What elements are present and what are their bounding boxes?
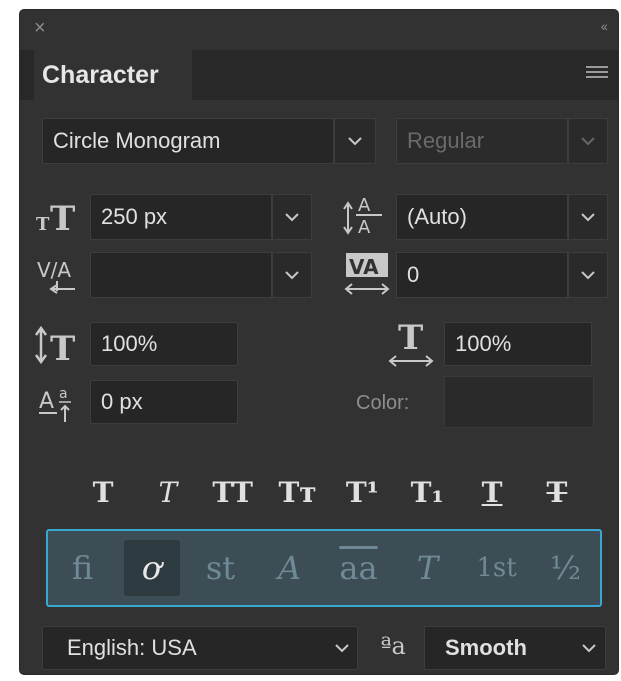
titling-alternates-button[interactable]: T xyxy=(400,540,456,596)
font-size-field[interactable]: 250 px xyxy=(90,194,272,240)
vertical-scale-icon: T xyxy=(30,320,86,368)
tab-character[interactable]: Character xyxy=(34,50,192,100)
leading-field[interactable]: (Auto) xyxy=(396,194,568,240)
font-size-icon: TT xyxy=(30,194,86,238)
svg-text:T: T xyxy=(50,329,75,366)
underline-button[interactable]: T xyxy=(469,476,515,509)
chevron-down-icon xyxy=(581,271,595,280)
font-family-dropdown[interactable] xyxy=(334,118,376,164)
svg-text:V/A: V/A xyxy=(37,258,71,282)
chevron-down-icon xyxy=(334,644,349,653)
chevron-down-icon xyxy=(581,644,596,653)
svg-text:A: A xyxy=(358,217,371,238)
bold-button[interactable]: T xyxy=(80,476,126,509)
italic-button[interactable]: T xyxy=(145,476,191,509)
small-caps-button[interactable]: Tт xyxy=(275,476,321,509)
svg-text:a: a xyxy=(59,386,68,402)
chevron-down-icon xyxy=(581,213,595,222)
antialias-icon: ªa xyxy=(380,632,406,660)
panel-titlebar: × ‹‹ xyxy=(20,10,618,50)
superscript-button[interactable]: T¹ xyxy=(339,476,385,509)
color-swatch[interactable] xyxy=(444,376,594,428)
type-style-buttons: T T TT Tт T¹ T₁ T T xyxy=(80,470,580,514)
leading-icon: AA xyxy=(340,190,390,240)
antialias-field[interactable]: Smooth xyxy=(424,626,578,670)
svg-text:T: T xyxy=(398,318,423,358)
kerning-icon: V/A xyxy=(30,250,86,300)
strikethrough-button[interactable]: T xyxy=(534,476,580,509)
chevron-down-icon xyxy=(581,137,595,146)
tracking-icon: VA xyxy=(342,250,392,300)
ligatures-button[interactable]: fi xyxy=(55,540,111,596)
contextual-alternates-button[interactable]: ơ xyxy=(123,540,180,596)
horizontal-scale-field[interactable]: 100% xyxy=(444,322,592,366)
language-dropdown[interactable] xyxy=(326,626,358,670)
baseline-shift-icon: Aa xyxy=(32,378,88,426)
stylistic-alternates-button[interactable]: aa xyxy=(331,540,387,596)
language-field[interactable]: English: USA xyxy=(42,626,338,670)
font-size-dropdown[interactable] xyxy=(272,194,312,240)
tracking-dropdown[interactable] xyxy=(568,252,608,298)
font-style-field[interactable]: Regular xyxy=(396,118,568,164)
kerning-dropdown[interactable] xyxy=(272,252,312,298)
antialias-dropdown[interactable] xyxy=(572,626,606,670)
baseline-shift-field[interactable]: 0 px xyxy=(90,380,238,424)
close-icon[interactable]: × xyxy=(34,18,46,38)
font-family-field[interactable]: Circle Monogram xyxy=(42,118,334,164)
collapse-icon[interactable]: ‹‹ xyxy=(601,18,608,34)
leading-dropdown[interactable] xyxy=(568,194,608,240)
chevron-down-icon xyxy=(285,213,299,222)
discretionary-ligatures-button[interactable]: st xyxy=(193,540,249,596)
character-panel: × ‹‹ Character Circle Monogram Regular T… xyxy=(20,10,618,674)
opentype-buttons: fi ơ st A aa T 1st ½ xyxy=(48,531,600,605)
font-style-dropdown[interactable] xyxy=(568,118,608,164)
color-label: Color: xyxy=(356,392,410,414)
panel-menu-icon[interactable] xyxy=(586,66,608,82)
svg-text:A: A xyxy=(39,389,54,414)
all-caps-button[interactable]: TT xyxy=(210,476,256,509)
vertical-scale-field[interactable]: 100% xyxy=(90,322,238,366)
ordinals-button[interactable]: 1st xyxy=(469,540,525,596)
horizontal-scale-icon: T xyxy=(384,316,438,370)
subscript-button[interactable]: T₁ xyxy=(404,476,450,509)
swash-button[interactable]: A xyxy=(262,540,318,596)
kerning-field[interactable] xyxy=(90,252,272,298)
chevron-down-icon xyxy=(285,271,299,280)
chevron-down-icon xyxy=(348,137,362,146)
tracking-field[interactable]: 0 xyxy=(396,252,568,298)
svg-text:T: T xyxy=(50,199,75,236)
svg-text:VA: VA xyxy=(349,255,379,279)
svg-text:T: T xyxy=(36,214,50,235)
svg-text:A: A xyxy=(358,195,371,216)
fractions-button[interactable]: ½ xyxy=(538,540,594,596)
